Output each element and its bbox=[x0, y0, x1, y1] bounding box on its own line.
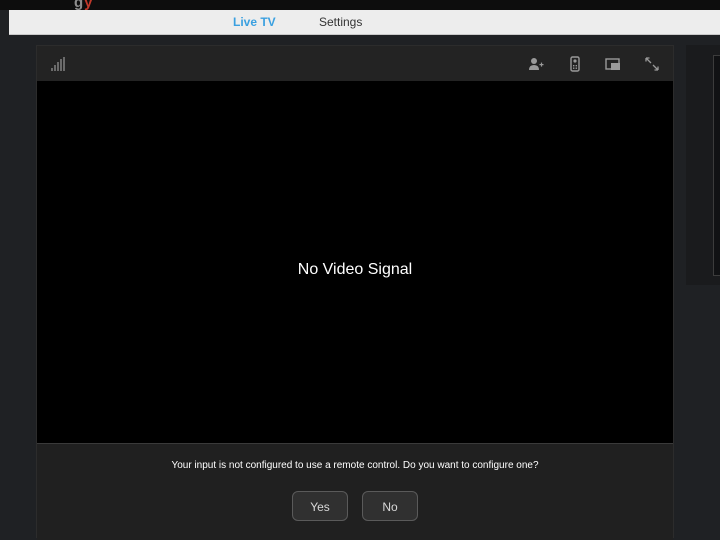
no-signal-message: No Video Signal bbox=[297, 261, 413, 278]
remote-config-prompt: Your input is not configured to use a re… bbox=[37, 443, 673, 540]
prompt-text: Your input is not configured to use a re… bbox=[171, 460, 539, 471]
no-button[interactable]: No bbox=[362, 491, 418, 521]
side-panel bbox=[686, 45, 720, 285]
add-user-icon[interactable] bbox=[528, 56, 544, 72]
side-panel-frame bbox=[713, 55, 720, 276]
picture-in-picture-icon[interactable] bbox=[605, 56, 621, 72]
signal-strength-icon bbox=[51, 57, 65, 71]
video-display[interactable]: No Video Signal bbox=[37, 81, 673, 443]
app-header: gy bbox=[0, 0, 720, 10]
fullscreen-icon[interactable] bbox=[644, 56, 660, 72]
player-toolbar bbox=[37, 46, 673, 81]
tab-live-tv[interactable]: Live TV bbox=[233, 15, 276, 29]
yes-button[interactable]: Yes bbox=[292, 491, 348, 521]
app-logo: gy bbox=[74, 0, 94, 10]
remote-control-icon[interactable] bbox=[567, 56, 583, 72]
nav-bar: Live TV Settings bbox=[9, 10, 720, 35]
tab-settings[interactable]: Settings bbox=[319, 15, 362, 29]
video-player: No Video Signal Your input is not config… bbox=[36, 45, 674, 540]
